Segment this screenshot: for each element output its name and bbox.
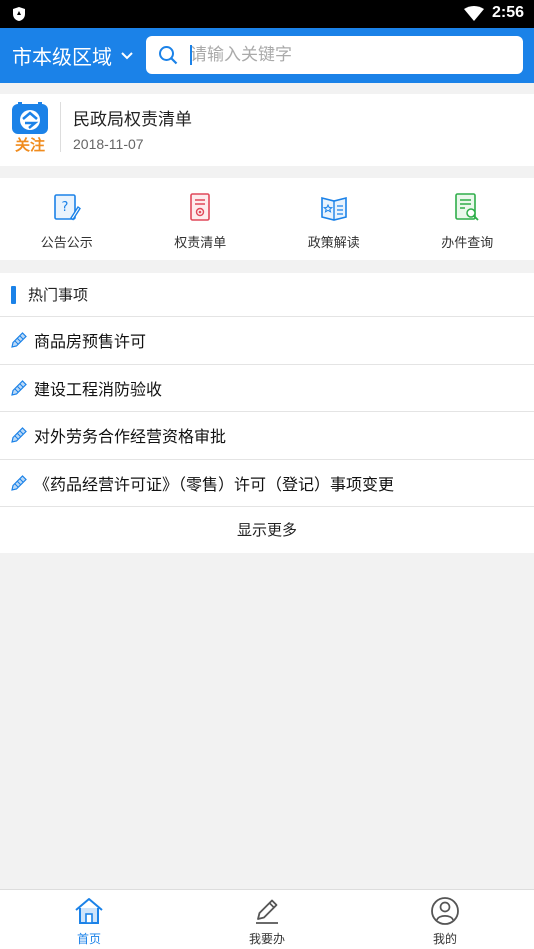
tab-todo[interactable]: 我要办 — [178, 890, 356, 949]
region-label: 市本级区域 — [12, 45, 112, 69]
list-doc-icon — [190, 193, 211, 221]
quick-link-label: 办件查询 — [441, 236, 494, 251]
notice-banner[interactable]: 关注 民政局权责清单 2018-11-07 — [0, 94, 534, 166]
show-more-button[interactable]: 显示更多 — [0, 507, 534, 551]
quick-links: ? 公告公示 权责清单 政策解读 办件查询 — [0, 178, 534, 260]
list-item-label: 建设工程消防验收 — [34, 379, 163, 399]
hot-items-title: 热门事项 — [28, 286, 89, 304]
status-time: 2:56 — [491, 4, 524, 21]
bottom-tab-bar: 首页 我要办 我的 — [0, 889, 534, 949]
logo-text: 关注 — [15, 136, 45, 152]
list-item-label: 《药品经营许可证》（零售）许可（登记）事项变更 — [34, 474, 395, 494]
search-doc-icon — [455, 193, 479, 221]
notice-divider — [60, 102, 61, 152]
shield-icon — [13, 7, 25, 21]
notice-title: 民政局权责清单 — [73, 110, 192, 130]
quick-link-case-query[interactable]: 办件查询 — [401, 178, 534, 260]
quick-link-label: 政策解读 — [307, 236, 360, 251]
pencil-icon — [11, 474, 27, 491]
list-item-label: 商品房预售许可 — [34, 332, 147, 352]
chevron-down-icon — [121, 51, 133, 59]
region-selector[interactable]: 市本级区域 — [12, 41, 134, 70]
quick-link-label: 权责清单 — [174, 236, 227, 251]
tab-label: 首页 — [76, 932, 101, 946]
quick-link-label: 公告公示 — [40, 236, 93, 251]
question-doc-icon: ? — [53, 194, 81, 221]
hot-items-section: 热门事项 商品房预售许可 建设工程消防验收 对外劳务合作经营资格审批 《药品经营… — [0, 273, 534, 553]
quick-link-responsibility-list[interactable]: 权责清单 — [134, 178, 268, 260]
search-icon — [159, 46, 178, 65]
home-icon — [75, 898, 103, 924]
hot-items-header: 热门事项 — [0, 273, 534, 317]
notice-date: 2018-11-07 — [73, 136, 144, 152]
list-item[interactable]: 《药品经营许可证》（零售）许可（登记）事项变更 — [0, 460, 534, 507]
app-header: 市本级区域 — [0, 28, 534, 83]
tab-home[interactable]: 首页 — [0, 890, 178, 949]
tab-label: 我的 — [432, 932, 457, 946]
section-accent-bar — [11, 285, 16, 304]
svg-text:?: ? — [61, 200, 68, 215]
open-book-icon — [320, 196, 347, 221]
pencil-icon — [11, 332, 27, 349]
list-item-label: 对外劳务合作经营资格审批 — [34, 427, 227, 447]
list-item[interactable]: 建设工程消防验收 — [0, 365, 534, 412]
wifi-icon — [464, 6, 484, 21]
user-icon — [431, 897, 459, 925]
list-item[interactable]: 对外劳务合作经营资格审批 — [0, 412, 534, 460]
pencil-icon — [11, 379, 27, 396]
text-cursor — [190, 45, 192, 65]
tab-mine[interactable]: 我的 — [356, 890, 534, 949]
search-box[interactable] — [146, 36, 523, 74]
tab-label: 我要办 — [248, 932, 285, 946]
search-input[interactable] — [190, 45, 490, 65]
pencil-icon — [11, 427, 27, 444]
pencil-icon — [256, 899, 278, 924]
quick-link-policy[interactable]: 政策解读 — [267, 178, 401, 260]
list-item[interactable]: 商品房预售许可 — [0, 317, 534, 365]
attention-logo-icon: 关注 — [12, 102, 48, 152]
quick-link-announcements[interactable]: ? 公告公示 — [0, 178, 134, 260]
status-bar: 2:56 — [0, 0, 534, 28]
